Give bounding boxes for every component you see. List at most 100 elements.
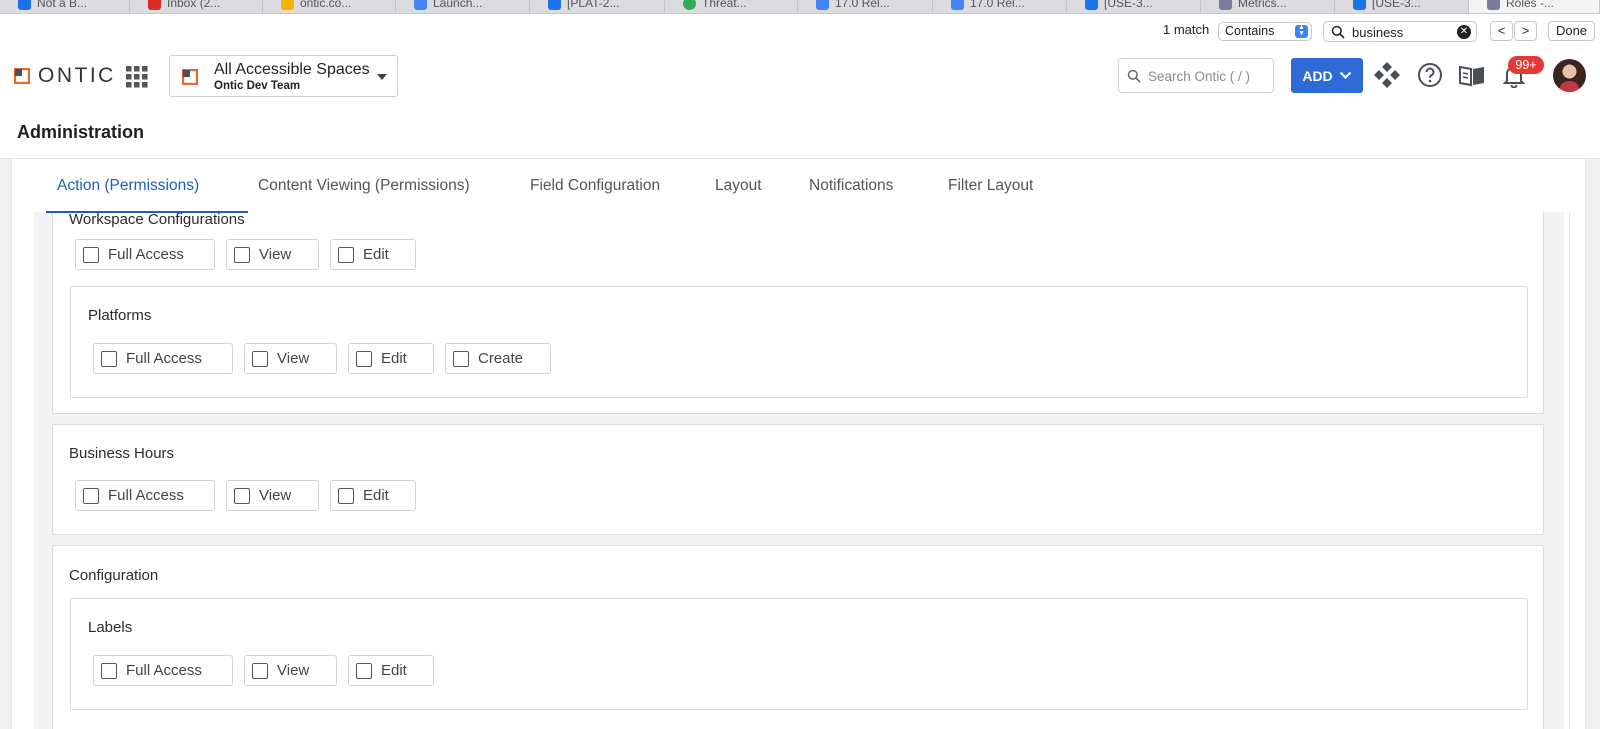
browser-tab[interactable]: ontic.co... <box>263 0 396 13</box>
checkbox-icon <box>453 350 469 367</box>
admin-card: Action (Permissions) Content Viewing (Pe… <box>12 159 1585 729</box>
workspace-edit-checkbox[interactable]: Edit <box>330 239 416 270</box>
checkbox-icon <box>234 246 250 263</box>
tab-favicon-icon <box>148 0 161 10</box>
tab-favicon-icon <box>414 0 427 10</box>
browser-tab-strip: Not a B... Inbox (2... ontic.co... Launc… <box>0 0 1600 14</box>
section-title: Workspace Configurations <box>69 212 245 228</box>
global-search-input[interactable]: Search Ontic ( / ) <box>1118 58 1274 93</box>
space-title: All Accessible Spaces <box>214 61 370 78</box>
find-next-button[interactable]: > <box>1514 21 1537 41</box>
main-content: Action (Permissions) Content Viewing (Pe… <box>0 159 1600 729</box>
platforms-permission-options: Full Access View Edit Create <box>93 343 551 374</box>
labels-edit-checkbox[interactable]: Edit <box>348 655 434 686</box>
find-done-button[interactable]: Done <box>1548 21 1595 41</box>
find-mode-select[interactable]: Contains ▲ ▼ <box>1218 22 1312 41</box>
tab-favicon-icon <box>1085 0 1098 10</box>
browser-tab[interactable]: Inbox (2... <box>130 0 263 13</box>
section-business-hours: Business Hours Full Access View Edit <box>52 424 1544 535</box>
add-button[interactable]: ADD <box>1291 58 1363 93</box>
business-hours-permission-options: Full Access View Edit <box>75 480 416 511</box>
checkbox-icon <box>356 350 372 367</box>
tab-favicon-icon <box>951 0 964 10</box>
subsection-title: Platforms <box>88 307 152 324</box>
platforms-full-access-checkbox[interactable]: Full Access <box>93 343 233 374</box>
workspace-view-checkbox[interactable]: View <box>226 239 319 270</box>
browser-tab[interactable]: [PLAT-2... <box>530 0 665 13</box>
browser-tab[interactable]: 17.0 Rel... <box>933 0 1067 13</box>
tab-favicon-icon <box>1353 0 1366 10</box>
browser-tab[interactable]: [USE-3... <box>1335 0 1469 13</box>
labels-full-access-checkbox[interactable]: Full Access <box>93 655 233 686</box>
business-hours-view-checkbox[interactable]: View <box>226 480 319 511</box>
tab-filter-layout[interactable]: Filter Layout <box>948 177 1033 195</box>
platforms-create-checkbox[interactable]: Create <box>445 343 551 374</box>
platforms-edit-checkbox[interactable]: Edit <box>348 343 434 374</box>
browser-tab[interactable]: Metrics... <box>1201 0 1335 13</box>
tab-favicon-icon <box>683 0 696 10</box>
section-title: Configuration <box>69 567 159 584</box>
page-title-bar: Administration <box>0 104 1600 159</box>
checkbox-icon <box>101 662 117 679</box>
browser-tab-active[interactable]: Roles -... <box>1469 0 1600 13</box>
checkbox-icon <box>83 487 99 504</box>
tab-favicon-icon <box>18 0 31 10</box>
checkbox-icon <box>338 487 354 504</box>
app-grid-icon[interactable] <box>126 66 148 88</box>
page-title: Administration <box>17 122 145 142</box>
section-title: Business Hours <box>69 445 175 462</box>
help-icon[interactable] <box>1417 62 1443 88</box>
search-icon <box>1331 25 1345 39</box>
browser-tab[interactable]: [USE-3... <box>1067 0 1201 13</box>
subsection-title: Labels <box>88 619 133 636</box>
labels-permission-options: Full Access View Edit <box>93 655 434 686</box>
business-hours-edit-checkbox[interactable]: Edit <box>330 480 416 511</box>
section-workspace-configurations: Workspace Configurations Full Access Vie… <box>52 212 1544 414</box>
clear-icon[interactable]: ✕ <box>1457 25 1471 39</box>
tab-action-permissions[interactable]: Action (Permissions) <box>57 177 199 195</box>
tab-favicon-icon <box>1487 0 1500 10</box>
browser-tab[interactable]: 17.0 Rel... <box>798 0 933 13</box>
integrations-icon[interactable] <box>1374 62 1400 88</box>
checkbox-icon <box>234 487 250 504</box>
tab-favicon-icon <box>816 0 829 10</box>
tab-notifications[interactable]: Notifications <box>809 177 893 195</box>
browser-tab[interactable]: Not a B... <box>0 0 130 13</box>
checkbox-icon <box>356 662 372 679</box>
subsection-labels: Labels Full Access View Edit <box>70 598 1528 710</box>
tab-content-viewing-permissions[interactable]: Content Viewing (Permissions) <box>258 177 470 195</box>
business-hours-full-access-checkbox[interactable]: Full Access <box>75 480 215 511</box>
platforms-view-checkbox[interactable]: View <box>244 343 337 374</box>
tab-favicon-icon <box>1219 0 1232 10</box>
checkbox-icon <box>252 662 268 679</box>
select-stepper-icon: ▲ ▼ <box>1295 24 1308 38</box>
workspace-permission-options: Full Access View Edit <box>75 239 416 270</box>
knowledge-book-icon[interactable] <box>1458 62 1486 88</box>
ontic-logo-icon <box>14 68 30 84</box>
find-input[interactable]: business ✕ <box>1323 21 1477 42</box>
chevron-down-icon <box>377 74 387 80</box>
panel-scrollbar[interactable] <box>1569 212 1570 729</box>
user-avatar[interactable] <box>1553 59 1586 92</box>
browser-tab[interactable]: Launch... <box>396 0 530 13</box>
space-selector[interactable]: All Accessible Spaces Ontic Dev Team <box>169 55 398 97</box>
tab-favicon-icon <box>548 0 561 10</box>
find-previous-button[interactable]: < <box>1490 21 1513 41</box>
find-match-count: 1 match <box>1163 22 1210 37</box>
checkbox-icon <box>83 246 99 263</box>
search-icon <box>1127 69 1141 83</box>
tab-layout[interactable]: Layout <box>715 177 762 195</box>
tab-favicon-icon <box>281 0 294 10</box>
tab-field-configuration[interactable]: Field Configuration <box>530 177 660 195</box>
browser-tab[interactable]: Threat... <box>665 0 798 13</box>
space-logo-icon <box>182 69 198 85</box>
app-header: ONTIC All Accessible Spaces Ontic Dev Te… <box>0 48 1600 104</box>
ontic-logo[interactable]: ONTIC <box>14 64 116 88</box>
notification-badge: 99+ <box>1508 56 1544 74</box>
workspace-full-access-checkbox[interactable]: Full Access <box>75 239 215 270</box>
active-tab-indicator <box>46 211 248 213</box>
checkbox-icon <box>101 350 117 367</box>
labels-view-checkbox[interactable]: View <box>244 655 337 686</box>
section-configuration: Configuration Labels Full Access View Ed… <box>52 545 1544 729</box>
permissions-panel: Workspace Configurations Full Access Vie… <box>34 212 1564 729</box>
